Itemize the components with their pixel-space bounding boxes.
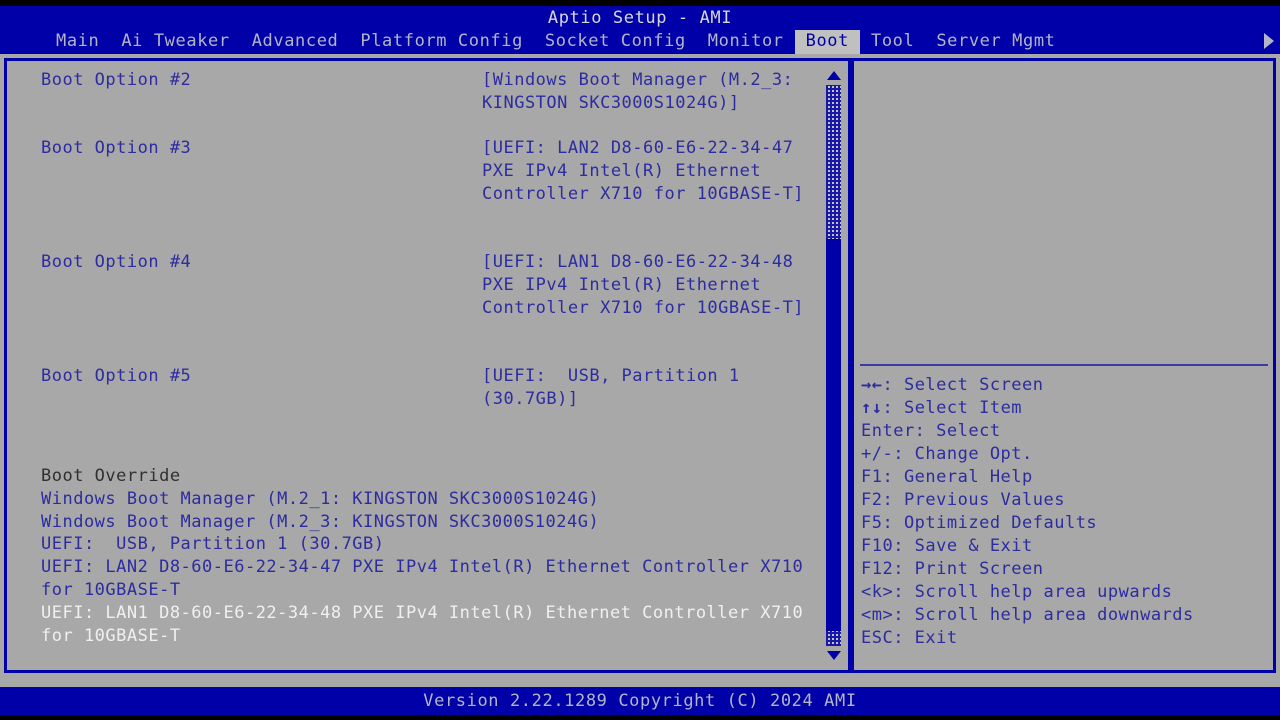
tab-ai-tweaker[interactable]: Ai Tweaker — [110, 30, 240, 54]
boot-option-row[interactable]: Boot Option #5[UEFI: USB, Partition 1 (3… — [7, 365, 817, 411]
boot-override-item[interactable]: UEFI: USB, Partition 1 (30.7GB) — [41, 533, 831, 556]
help-key-legend: →←: Select Screen↑↓: Select ItemEnter: S… — [861, 374, 1273, 650]
tab-server-mgmt[interactable]: Server Mgmt — [925, 30, 1066, 54]
help-panel: →←: Select Screen↑↓: Select ItemEnter: S… — [851, 58, 1276, 673]
help-line-text: <m>: Scroll help area downwards — [861, 605, 1194, 625]
tab-label: Main — [56, 31, 99, 51]
boot-option-value[interactable]: [UEFI: LAN1 D8-60-E6-22-34-48 PXE IPv4 I… — [482, 251, 817, 365]
tab-socket-config[interactable]: Socket Config — [534, 30, 697, 54]
help-line: F12: Print Screen — [861, 558, 1273, 581]
arrow-keys-icon: →← — [861, 375, 882, 395]
boot-override-title: Boot Override — [41, 465, 831, 488]
help-line: <k>: Scroll help area upwards — [861, 581, 1273, 604]
help-line: →←: Select Screen — [861, 374, 1273, 397]
tab-label: Ai Tweaker — [121, 31, 229, 51]
boot-override-item[interactable]: UEFI: LAN2 D8-60-E6-22-34-47 PXE IPv4 In… — [41, 556, 831, 602]
tab-label: Boot — [806, 31, 849, 51]
scrollbar-thumb[interactable] — [826, 239, 841, 631]
help-line: +/-: Change Opt. — [861, 443, 1273, 466]
help-line-text: <k>: Scroll help area upwards — [861, 582, 1172, 602]
help-line: F5: Optimized Defaults — [861, 512, 1273, 535]
bottom-black-strip — [0, 715, 1280, 720]
triangle-down-icon[interactable] — [827, 651, 841, 660]
version-text: Version 2.22.1289 Copyright (C) 2024 AMI — [423, 691, 856, 711]
page-title: Aptio Setup - AMI — [548, 8, 732, 28]
boot-option-label: Boot Option #4 — [7, 251, 482, 274]
settings-panel: Boot Option #2[Windows Boot Manager (M.2… — [4, 58, 851, 673]
boot-option-label: Boot Option #5 — [7, 365, 482, 388]
triangle-right-icon[interactable] — [1264, 33, 1274, 49]
tab-platform-config[interactable]: Platform Config — [349, 30, 534, 54]
arrow-keys-icon: ↑↓ — [861, 398, 882, 418]
help-divider — [860, 364, 1268, 366]
help-line: <m>: Scroll help area downwards — [861, 604, 1273, 627]
tab-label: Platform Config — [360, 31, 523, 51]
boot-option-row[interactable]: Boot Option #3[UEFI: LAN2 D8-60-E6-22-34… — [7, 137, 817, 251]
boot-override-item[interactable]: UEFI: LAN1 D8-60-E6-22-34-48 PXE IPv4 In… — [41, 602, 831, 648]
main-menu-bar: Main Ai Tweaker Advanced Platform Config Soc… — [0, 29, 1280, 54]
boot-option-row[interactable]: Boot Option #2[Windows Boot Manager (M.2… — [7, 69, 817, 137]
tab-label: Socket Config — [545, 31, 686, 51]
help-line-text: +/-: Change Opt. — [861, 444, 1033, 464]
boot-option-value[interactable]: [UEFI: USB, Partition 1 (30.7GB)] — [482, 365, 817, 411]
help-line: F2: Previous Values — [861, 489, 1273, 512]
settings-scrollbar[interactable] — [825, 67, 842, 664]
triangle-up-icon[interactable] — [827, 71, 841, 80]
help-line-text: F10: Save & Exit — [861, 536, 1033, 556]
tab-label: Server Mgmt — [936, 31, 1055, 51]
footer-version-bar: Version 2.22.1289 Copyright (C) 2024 AMI — [0, 687, 1280, 715]
tab-monitor[interactable]: Monitor — [697, 30, 795, 54]
boot-option-label: Boot Option #2 — [7, 69, 482, 92]
tab-main[interactable]: Main — [45, 30, 110, 54]
boot-option-row[interactable]: Boot Option #4[UEFI: LAN1 D8-60-E6-22-34… — [7, 251, 817, 365]
app-title-bar: Aptio Setup - AMI — [0, 6, 1280, 29]
help-line-text: F2: Previous Values — [861, 490, 1065, 510]
tab-boot[interactable]: Boot — [795, 30, 860, 54]
help-line: F10: Save & Exit — [861, 535, 1273, 558]
help-line-text: F1: General Help — [861, 467, 1033, 487]
help-line-text: F5: Optimized Defaults — [861, 513, 1097, 533]
help-line-text: ESC: Exit — [861, 628, 958, 648]
help-line: ↑↓: Select Item — [861, 397, 1273, 420]
help-line: F1: General Help — [861, 466, 1273, 489]
help-line: ESC: Exit — [861, 627, 1273, 650]
help-line: Enter: Select — [861, 420, 1273, 443]
setup-frame: Boot Option #2[Windows Boot Manager (M.2… — [0, 58, 1280, 682]
tab-tool[interactable]: Tool — [860, 30, 925, 54]
boot-options-list: Boot Option #2[Windows Boot Manager (M.2… — [7, 69, 817, 411]
boot-override-list: Windows Boot Manager (M.2_1: KINGSTON SK… — [41, 488, 831, 648]
tab-label: Monitor — [708, 31, 784, 51]
help-line-text: : Select Item — [882, 398, 1022, 418]
boot-option-label: Boot Option #3 — [7, 137, 482, 160]
help-line-text: Enter: Select — [861, 421, 1001, 441]
tab-label: Advanced — [252, 31, 339, 51]
boot-override-item[interactable]: Windows Boot Manager (M.2_3: KINGSTON SK… — [41, 511, 831, 534]
boot-option-value[interactable]: [UEFI: LAN2 D8-60-E6-22-34-47 PXE IPv4 I… — [482, 137, 817, 251]
tab-advanced[interactable]: Advanced — [241, 30, 350, 54]
boot-override-item[interactable]: Windows Boot Manager (M.2_1: KINGSTON SK… — [41, 488, 831, 511]
help-line-text: : Select Screen — [882, 375, 1043, 395]
boot-override-section: Boot Override Windows Boot Manager (M.2_… — [41, 465, 831, 647]
tab-label: Tool — [871, 31, 914, 51]
help-line-text: F12: Print Screen — [861, 559, 1044, 579]
boot-option-value[interactable]: [Windows Boot Manager (M.2_3: KINGSTON S… — [482, 69, 817, 137]
